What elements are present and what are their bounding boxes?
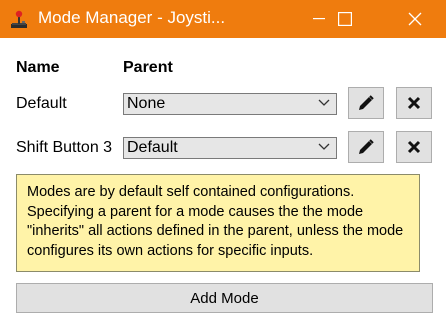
parent-select-default[interactable]: None — [123, 93, 337, 115]
add-mode-label: Add Mode — [190, 289, 259, 307]
parent-select-shift-button-3[interactable]: Default — [123, 137, 337, 159]
edit-mode-button-shift-button-3[interactable] — [348, 131, 384, 163]
close-icon — [408, 12, 422, 26]
chevron-down-icon — [318, 143, 330, 150]
title-bar[interactable]: Mode Manager - Joysti... — [0, 0, 446, 38]
chevron-down-icon — [318, 99, 330, 106]
info-box: Modes are by default self contained conf… — [16, 174, 420, 272]
delete-mode-button-default[interactable] — [396, 87, 432, 119]
window-title: Mode Manager - Joysti... — [38, 8, 226, 27]
mode-name-default: Default — [16, 95, 67, 112]
maximize-button[interactable] — [322, 0, 368, 38]
parent-column-header: Parent — [123, 59, 173, 76]
info-text: Modes are by default self contained conf… — [27, 184, 404, 259]
maximize-icon — [338, 12, 352, 26]
joystick-icon — [11, 10, 27, 28]
parent-select-value: Default — [127, 139, 178, 156]
close-button[interactable] — [392, 0, 438, 38]
name-column-header: Name — [16, 59, 60, 76]
close-x-icon — [407, 96, 421, 110]
close-x-icon — [407, 140, 421, 154]
mode-manager-window: Mode Manager - Joysti... Name Parent Def… — [0, 0, 446, 319]
edit-mode-button-default[interactable] — [348, 87, 384, 119]
pencil-icon — [359, 139, 374, 154]
mode-name-shift-button-3: Shift Button 3 — [16, 139, 113, 156]
delete-mode-button-shift-button-3[interactable] — [396, 131, 432, 163]
add-mode-button[interactable]: Add Mode — [16, 283, 433, 313]
parent-select-value: None — [127, 95, 166, 112]
pencil-icon — [359, 95, 374, 110]
